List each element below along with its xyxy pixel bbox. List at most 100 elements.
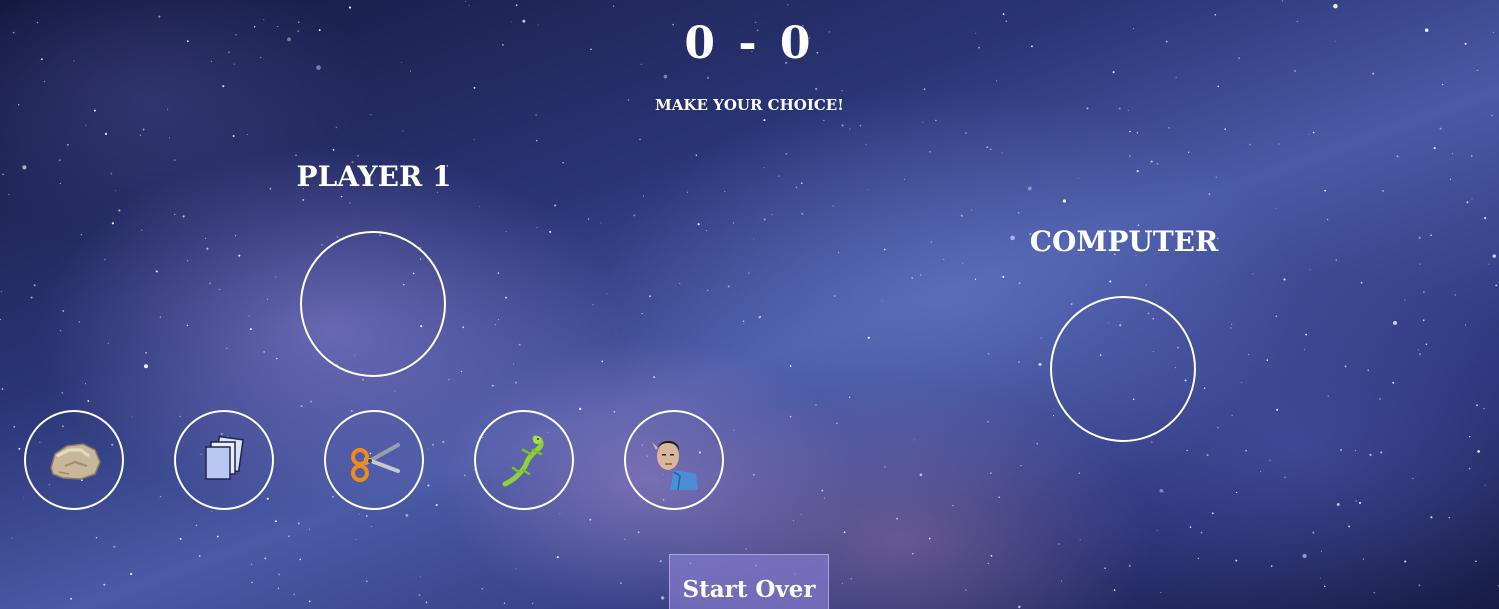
star — [216, 535, 219, 538]
star — [155, 270, 158, 273]
star — [536, 227, 538, 229]
star — [173, 159, 176, 162]
scissors-button[interactable] — [324, 410, 424, 510]
star — [1109, 280, 1112, 283]
star — [1188, 151, 1190, 153]
star — [787, 4, 789, 6]
star — [697, 223, 700, 226]
star — [1200, 531, 1203, 534]
star — [1450, 178, 1452, 180]
star — [549, 230, 552, 233]
star — [61, 391, 64, 394]
star — [370, 114, 372, 116]
star — [884, 466, 886, 468]
star — [990, 555, 993, 557]
star — [348, 6, 352, 9]
star — [919, 274, 922, 276]
star — [1422, 319, 1425, 322]
star — [1, 388, 4, 390]
star — [104, 132, 108, 135]
star — [169, 137, 170, 139]
star — [1477, 450, 1480, 453]
star — [1027, 186, 1032, 191]
star — [849, 128, 851, 130]
star — [1312, 131, 1315, 134]
star — [962, 262, 964, 264]
star — [1231, 414, 1233, 416]
star — [1217, 85, 1219, 88]
star — [246, 133, 248, 136]
star — [1491, 115, 1493, 117]
star — [1145, 284, 1147, 286]
starfield-background — [0, 0, 1499, 609]
star — [336, 236, 339, 238]
start-over-button[interactable]: Start Over — [669, 554, 829, 609]
star — [465, 0, 467, 2]
star — [1468, 435, 1471, 438]
rock-button[interactable] — [24, 410, 124, 510]
star — [1419, 353, 1421, 355]
star — [179, 537, 182, 540]
star — [173, 213, 176, 216]
star — [250, 563, 253, 566]
star — [912, 553, 914, 555]
star — [267, 298, 269, 300]
star — [1240, 382, 1242, 383]
star — [1336, 503, 1340, 506]
star — [432, 444, 434, 446]
star — [1335, 259, 1337, 261]
star — [613, 411, 616, 413]
star — [686, 191, 688, 193]
star — [1468, 467, 1471, 470]
star — [1036, 443, 1038, 445]
star — [1372, 72, 1375, 75]
star — [278, 573, 281, 576]
star — [209, 282, 212, 285]
star — [660, 596, 665, 600]
spock-button[interactable] — [624, 410, 724, 510]
star — [612, 5, 615, 7]
star — [745, 548, 747, 550]
star — [332, 495, 334, 498]
star — [463, 474, 466, 477]
star — [266, 497, 269, 500]
star — [1129, 155, 1131, 157]
star — [513, 363, 515, 365]
star — [836, 422, 838, 424]
star — [179, 415, 181, 418]
lizard-button[interactable] — [474, 410, 574, 510]
computer-label: COMPUTER — [1029, 225, 1219, 258]
player-choice-slot — [300, 231, 446, 377]
star — [1245, 449, 1247, 452]
rock-icon — [50, 443, 101, 480]
star — [277, 587, 280, 589]
star — [13, 426, 15, 428]
star — [1266, 359, 1269, 362]
star — [789, 365, 792, 367]
star — [1340, 449, 1343, 452]
star — [556, 556, 559, 559]
star — [896, 517, 899, 520]
star — [1162, 491, 1165, 493]
star — [1215, 176, 1218, 179]
star — [427, 484, 430, 487]
star — [409, 70, 412, 72]
star — [998, 496, 1000, 499]
star — [302, 198, 305, 201]
star — [402, 130, 404, 132]
paper-icon — [205, 435, 244, 480]
star — [1452, 153, 1453, 155]
star — [633, 214, 636, 217]
paper-button[interactable] — [174, 410, 274, 510]
star — [419, 576, 421, 578]
star — [1419, 263, 1421, 265]
star — [1362, 558, 1364, 560]
star — [1465, 324, 1466, 326]
star — [606, 293, 608, 295]
star — [115, 189, 117, 191]
star — [1430, 234, 1432, 236]
star — [295, 154, 297, 157]
star — [515, 568, 517, 570]
star — [815, 87, 818, 90]
star — [1235, 559, 1238, 562]
